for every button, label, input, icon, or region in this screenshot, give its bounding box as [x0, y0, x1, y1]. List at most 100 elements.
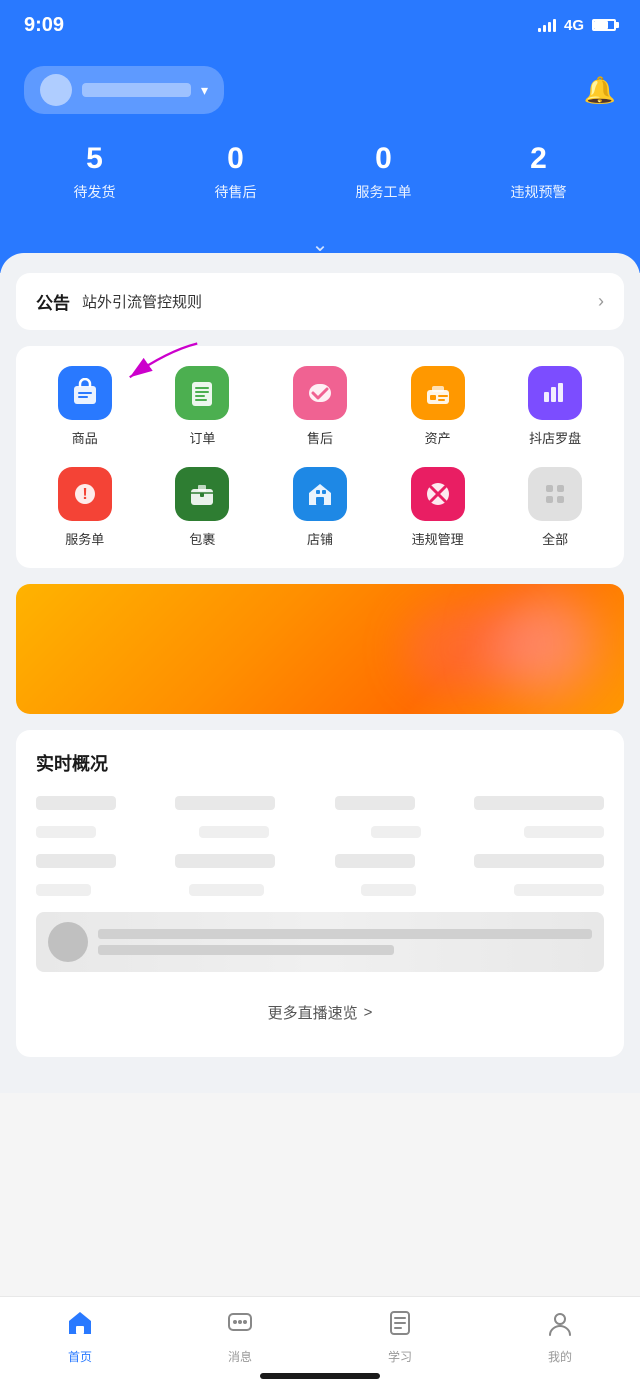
svg-text:!: !	[82, 486, 87, 503]
menu-grid: 商品 订单	[26, 366, 614, 548]
menu-label-service: 服务单	[65, 529, 104, 548]
product-icon	[58, 366, 112, 420]
nav-item-message[interactable]: 消息	[226, 1309, 254, 1365]
live-info	[98, 929, 592, 955]
more-livestream-link[interactable]: 更多直播速览 >	[36, 988, 604, 1037]
blur-val-3	[371, 826, 421, 838]
blur-val-7	[361, 884, 416, 896]
banner-decoration-2	[494, 594, 594, 694]
blur-val-6	[189, 884, 264, 896]
live-info-line-1	[98, 929, 592, 939]
announcement-left: 公告 站外引流管控规则	[36, 289, 202, 314]
store-selector[interactable]: ▾	[24, 66, 224, 114]
blur-stat-2	[175, 796, 275, 810]
menu-item-package[interactable]: 包裹	[144, 467, 262, 548]
assets-icon	[411, 366, 465, 420]
nav-label-home: 首页	[68, 1348, 92, 1365]
menu-label-store: 店铺	[307, 529, 333, 548]
more-livestream-text: 更多直播速览	[268, 1002, 358, 1023]
violation-icon	[411, 467, 465, 521]
chevron-down-icon: ▾	[201, 82, 208, 99]
status-time: 9:09	[24, 14, 64, 37]
menu-item-product[interactable]: 商品	[26, 366, 144, 447]
blur-val-2	[199, 826, 269, 838]
menu-item-violation[interactable]: 违规管理	[379, 467, 497, 548]
menu-item-all[interactable]: 全部	[496, 467, 614, 548]
menu-label-compass: 抖店罗盘	[529, 428, 581, 447]
blur-stats-row-4	[36, 884, 604, 896]
stat-number-3: 2	[530, 142, 547, 176]
package-icon	[175, 467, 229, 521]
status-bar: 9:09 4G	[0, 0, 640, 50]
compass-icon	[528, 366, 582, 420]
store-icon	[293, 467, 347, 521]
stat-number-2: 0	[375, 142, 392, 176]
nav-label-study: 学习	[388, 1348, 412, 1365]
menu-item-store[interactable]: 店铺	[261, 467, 379, 548]
live-avatar	[48, 922, 88, 962]
stat-label-2: 服务工单	[356, 182, 412, 202]
message-nav-icon	[226, 1309, 254, 1344]
menu-label-assets: 资产	[425, 428, 451, 447]
expand-chevron-icon: ⌄	[312, 232, 329, 257]
stat-pending-shipment[interactable]: 5 待发货	[74, 142, 116, 202]
menu-item-assets[interactable]: 资产	[379, 366, 497, 447]
blur-stat-1	[36, 796, 116, 810]
announcement-bar[interactable]: 公告 站外引流管控规则 ›	[16, 273, 624, 330]
blur-stat-4	[474, 796, 604, 810]
app-container: 9:09 4G ▾ 🔔 5	[0, 0, 640, 1173]
blur-stat-6	[175, 854, 275, 868]
nav-item-study[interactable]: 学习	[386, 1309, 414, 1365]
announcement-arrow-icon: ›	[598, 291, 604, 312]
menu-item-service[interactable]: ! 服务单	[26, 467, 144, 548]
announcement-tag: 公告	[36, 289, 70, 314]
stat-service-order[interactable]: 0 服务工单	[356, 142, 412, 202]
blur-val-5	[36, 884, 91, 896]
header: ▾ 🔔 5 待发货 0 待售后 0 服务工单 2 违规预警	[0, 50, 640, 232]
menu-label-violation: 违规管理	[412, 529, 464, 548]
home-nav-icon	[66, 1309, 94, 1344]
menu-item-compass[interactable]: 抖店罗盘	[496, 366, 614, 447]
status-icons: 4G	[538, 17, 616, 34]
home-indicator	[260, 1373, 380, 1379]
menu-label-product: 商品	[72, 428, 98, 447]
stat-number-1: 0	[227, 142, 244, 176]
blur-stat-7	[335, 854, 415, 868]
blur-stat-5	[36, 854, 116, 868]
realtime-title: 实时概况	[36, 750, 604, 776]
stat-label-3: 违规预警	[511, 182, 567, 202]
menu-item-order[interactable]: 订单	[144, 366, 262, 447]
nav-label-profile: 我的	[548, 1348, 572, 1365]
blur-val-1	[36, 826, 96, 838]
aftersale-icon	[293, 366, 347, 420]
header-top: ▾ 🔔	[24, 66, 616, 114]
blur-stats-row-2	[36, 826, 604, 838]
service-icon: !	[58, 467, 112, 521]
nav-item-profile[interactable]: 我的	[546, 1309, 574, 1365]
menu-section: 商品 订单	[16, 346, 624, 568]
network-type: 4G	[564, 17, 584, 34]
blur-stat-8	[474, 854, 604, 868]
avatar	[40, 74, 72, 106]
menu-label-package: 包裹	[189, 529, 215, 548]
live-item[interactable]	[36, 912, 604, 972]
stat-violation-warning[interactable]: 2 违规预警	[511, 142, 567, 202]
promotional-banner[interactable]	[16, 584, 624, 714]
stat-pending-aftersale[interactable]: 0 待售后	[215, 142, 257, 202]
menu-label-all: 全部	[542, 529, 568, 548]
realtime-section: 实时概况	[16, 730, 624, 1057]
notification-bell-icon[interactable]: 🔔	[584, 75, 616, 106]
nav-item-home[interactable]: 首页	[66, 1309, 94, 1365]
announcement-text: 站外引流管控规则	[82, 291, 202, 312]
profile-nav-icon	[546, 1309, 574, 1344]
blur-stat-3	[335, 796, 415, 810]
battery-icon	[592, 19, 616, 31]
signal-icon	[538, 18, 556, 32]
blur-stats-row-3	[36, 854, 604, 868]
menu-item-aftersale[interactable]: 售后	[261, 366, 379, 447]
live-info-line-2	[98, 945, 394, 955]
store-name-blur	[82, 83, 191, 97]
blur-val-8	[514, 884, 604, 896]
menu-section-wrapper: 商品 订单	[16, 346, 624, 568]
more-livestream-arrow-icon: >	[364, 1004, 373, 1021]
